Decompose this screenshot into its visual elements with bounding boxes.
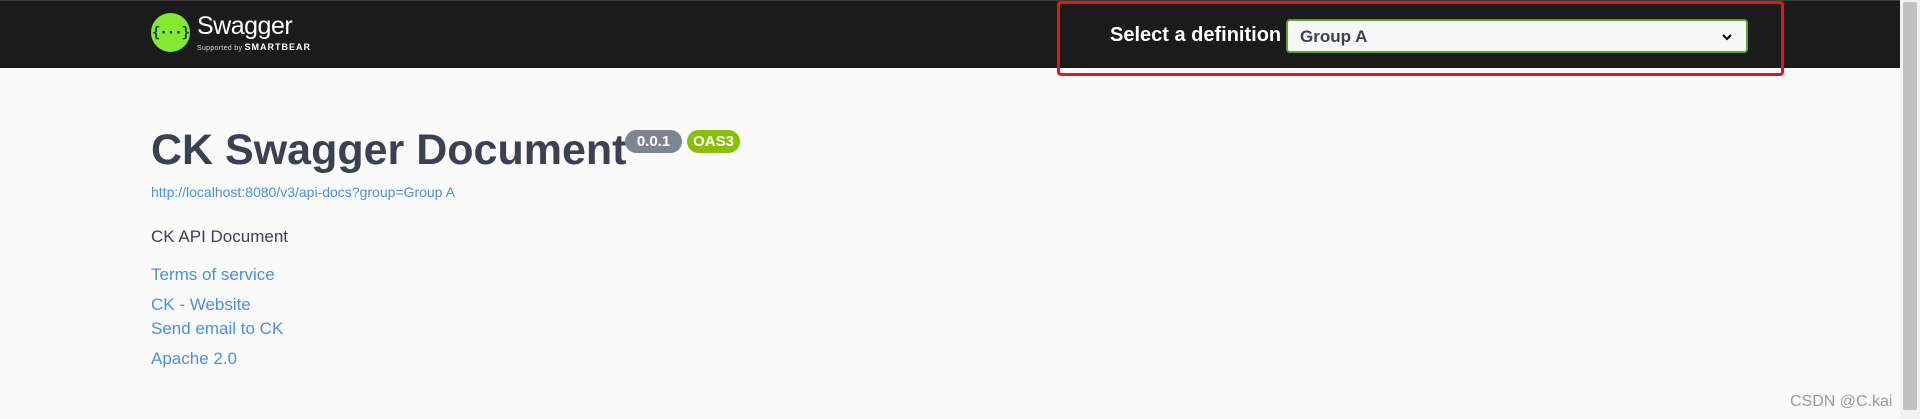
swagger-logo-icon: {···}	[151, 13, 190, 52]
website-link[interactable]: CK - Website	[151, 295, 251, 315]
scrollbar-thumb[interactable]	[1903, 2, 1917, 410]
oas-badge: OAS3	[687, 130, 740, 153]
api-description: CK API Document	[151, 227, 289, 246]
license-link[interactable]: Apache 2.0	[151, 349, 237, 369]
email-link[interactable]: Send email to CK	[151, 319, 283, 339]
logo-supported-by: Supported by SMARTBEAR	[197, 41, 311, 52]
logo-name: Swagger	[197, 11, 293, 40]
page-title: CK Swagger Document	[151, 126, 627, 174]
spec-url-link[interactable]: http://localhost:8080/v3/api-docs?group=…	[151, 184, 455, 200]
version-badge: 0.0.1	[625, 130, 682, 153]
smartbear-text: SMARTBEAR	[244, 41, 311, 52]
highlight-annotation-box	[1057, 1, 1784, 76]
vertical-scrollbar[interactable]	[1900, 0, 1920, 419]
terms-of-service-link[interactable]: Terms of service	[151, 265, 275, 285]
watermark: CSDN @C.kai	[1790, 393, 1893, 410]
swagger-logo[interactable]: {···} Swagger Supported by SMARTBEAR	[151, 13, 311, 52]
